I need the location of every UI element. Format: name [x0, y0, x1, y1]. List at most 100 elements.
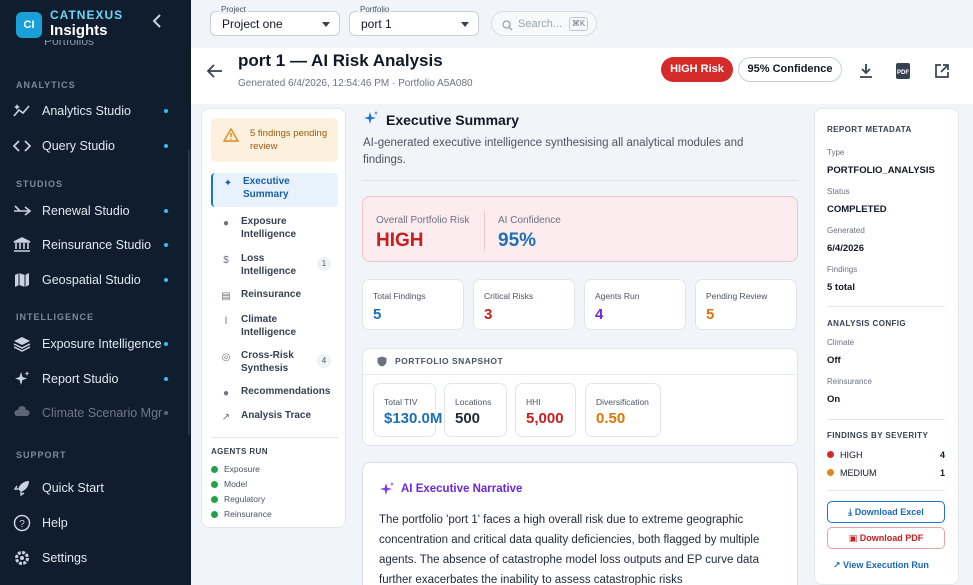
nav-analysis-trace[interactable]: ↗ Analysis Trace	[211, 407, 338, 427]
status-dot	[164, 342, 168, 346]
sidebar-item-portfolios[interactable]: Portfolios	[16, 40, 166, 50]
nav-recommendations[interactable]: ● Recommendations	[211, 383, 338, 403]
risk-summary-card: Overall Portfolio Risk HIGH AI Confidenc…	[362, 196, 798, 262]
download-icon[interactable]	[856, 61, 876, 81]
status-value: COMPLETED	[827, 204, 887, 215]
download-excel-button[interactable]: ⤓ Download Excel	[827, 501, 945, 523]
sidebar-scrollbar[interactable]	[188, 150, 190, 435]
check-icon	[211, 496, 218, 503]
nav-loss-intelligence[interactable]: $ Loss Intelligence 1	[211, 250, 338, 280]
download-pdf-button[interactable]: ▣ Download PDF	[827, 527, 945, 549]
view-execution-run-link[interactable]: ↗ View Execution Run	[833, 560, 929, 571]
trend-icon: ↗	[833, 560, 844, 570]
trend-icon: ↗	[221, 412, 231, 423]
chevron-down-icon	[461, 22, 469, 27]
status-dot	[164, 243, 168, 247]
sidebar-item-help[interactable]: ? Help	[12, 510, 172, 536]
sparkles-icon	[12, 369, 32, 389]
snapshot-tile: Diversification 0.50	[585, 383, 661, 437]
target-icon: ◎	[221, 352, 231, 363]
check-icon	[211, 466, 218, 473]
section-title: Executive Summary	[386, 112, 520, 128]
brand[interactable]: CI CATNEXUS Insights	[16, 9, 123, 40]
agent-item: Regulatory	[211, 494, 265, 504]
nav-cross-risk-synthesis[interactable]: ◎ Cross-Risk Synthesis 4	[211, 347, 338, 377]
status-dot	[164, 109, 168, 113]
sparkles-icon	[379, 481, 395, 500]
sidebar-item-climate-scenario-mgr[interactable]: Climate Scenario Mgr	[12, 400, 172, 426]
divider	[827, 419, 945, 420]
sidebar-item-query-studio[interactable]: Query Studio	[12, 133, 172, 159]
divider	[362, 180, 798, 181]
back-arrow-icon[interactable]	[206, 62, 223, 83]
cloud-icon	[12, 403, 32, 423]
sparkles-icon: ✦	[223, 178, 233, 189]
count-badge: 1	[317, 257, 331, 271]
count-badge: 4	[317, 354, 331, 368]
ai-narrative-card: AI Executive Narrative The portfolio 'po…	[362, 462, 798, 585]
pdf-icon[interactable]: PDF	[893, 61, 913, 81]
help-icon: ?	[12, 513, 32, 533]
gear-icon	[12, 548, 32, 568]
sidebar-item-renewal-studio[interactable]: Renewal Studio	[12, 198, 172, 224]
report-metadata-panel: REPORT METADATA Type PORTFOLIO_ANALYSIS …	[814, 108, 959, 585]
overall-risk-value: HIGH	[376, 230, 424, 251]
nav-exposure-intelligence[interactable]: ● Exposure Intelligence	[211, 213, 338, 243]
stat-card: Total Findings 5	[362, 279, 464, 330]
brand-name: CATNEXUS	[50, 8, 124, 22]
shield-icon	[377, 356, 387, 370]
nav-reinsurance[interactable]: ▤ Reinsurance	[211, 286, 338, 306]
sidebar-item-quick-start[interactable]: Quick Start	[12, 475, 172, 501]
sidebar-item-settings[interactable]: Settings	[12, 545, 172, 571]
collapse-sidebar-icon[interactable]	[151, 13, 165, 31]
status-dot	[164, 411, 168, 415]
shortcut-badge: ⌘K	[569, 17, 588, 31]
check-icon	[211, 511, 218, 518]
portfolio-select[interactable]: Portfolio port 1	[349, 5, 479, 36]
sidebar-item-analytics-studio[interactable]: Analytics Studio	[12, 98, 172, 124]
portfolio-snapshot-card: PORTFOLIO SNAPSHOT Total TIV $130.0M Loca…	[362, 348, 798, 446]
status-dot	[164, 144, 168, 148]
search-icon	[502, 18, 513, 36]
svg-text:?: ?	[19, 519, 25, 530]
reinsurance-value: On	[827, 394, 841, 405]
section-intelligence: INTELLIGENCE	[16, 312, 95, 322]
bank-icon	[12, 235, 32, 255]
divider	[827, 490, 945, 491]
sidebar: CI CATNEXUS Insights Portfolios ANALYTIC…	[0, 0, 191, 585]
section-nav: 5 findings pending review ✦ Executive Sum…	[201, 108, 346, 528]
search-input[interactable]: Search... ⌘K	[491, 11, 597, 36]
sidebar-item-reinsurance-studio[interactable]: Reinsurance Studio	[12, 232, 172, 258]
narrative-text: The portfolio 'port 1' faces a high over…	[379, 514, 760, 585]
status-dot	[164, 278, 168, 282]
nav-climate-intelligence[interactable]: ǀ Climate Intelligence	[211, 311, 338, 341]
brand-product: Insights	[50, 22, 108, 39]
severity-row: MEDIUM 1	[827, 468, 945, 478]
generated-value: 6/4/2026	[827, 243, 864, 254]
project-select[interactable]: Project Project one	[210, 5, 340, 36]
pdf-icon: ▣	[848, 533, 860, 543]
agent-item: Model	[211, 479, 247, 489]
nav-executive-summary[interactable]: ✦ Executive Summary	[211, 173, 338, 207]
layers-icon	[12, 334, 32, 354]
agent-item: Exposure	[211, 464, 260, 474]
table-icon: ▤	[221, 291, 231, 302]
status-dot	[164, 377, 168, 381]
sidebar-item-exposure-intelligence[interactable]: Exposure Intelligence	[12, 331, 172, 357]
warning-icon	[222, 127, 240, 145]
open-external-icon[interactable]	[932, 61, 952, 81]
agents-run-heading: AGENTS RUN	[211, 447, 268, 456]
sidebar-item-geospatial-studio[interactable]: Geospatial Studio	[12, 267, 172, 293]
divider	[211, 437, 338, 438]
executive-summary-panel: Executive Summary AI-generated executive…	[362, 104, 798, 585]
sidebar-item-report-studio[interactable]: Report Studio	[12, 366, 172, 392]
ai-confidence-value: 95%	[498, 230, 537, 251]
section-studios: STUDIOS	[16, 179, 64, 189]
svg-text:PDF: PDF	[897, 70, 909, 76]
pending-review-alert[interactable]: 5 findings pending review	[211, 118, 338, 162]
snapshot-tile: Total TIV $130.0M	[373, 383, 442, 437]
risk-badge: HIGH Risk	[661, 57, 733, 82]
severity-heading: FINDINGS BY SEVERITY	[827, 431, 929, 440]
climate-value: Off	[827, 355, 841, 366]
merge-arrow-icon	[12, 201, 32, 221]
